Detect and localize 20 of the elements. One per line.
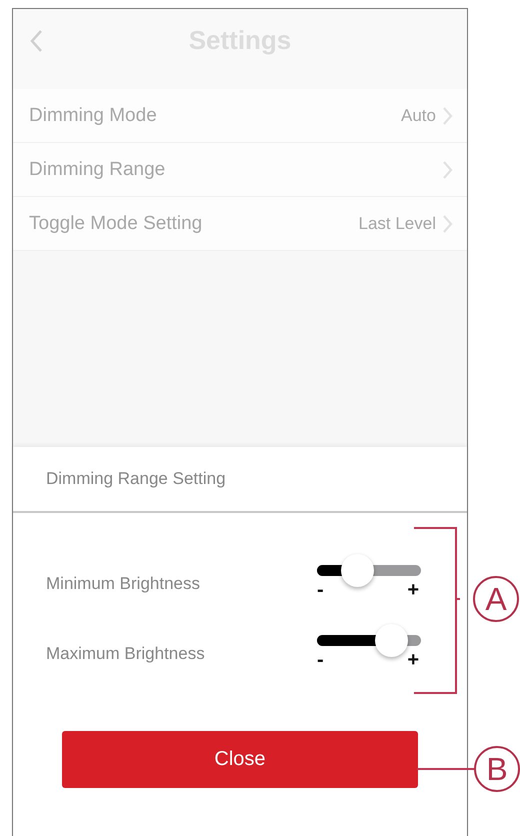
minus-label: - xyxy=(317,579,324,602)
callout-marker: A xyxy=(473,576,519,622)
slider-thumb[interactable] xyxy=(374,624,408,657)
callout-marker: B xyxy=(474,746,520,792)
settings-row[interactable]: Toggle Mode Setting Last Level xyxy=(13,197,467,251)
chevron-icon xyxy=(442,214,453,232)
leader-line xyxy=(417,767,475,771)
plus-label: + xyxy=(407,579,419,602)
chevron-icon xyxy=(442,160,453,178)
slider-label: Maximum Brightness xyxy=(46,644,205,664)
slider-label: Minimum Brightness xyxy=(46,574,200,594)
back-icon[interactable] xyxy=(29,29,43,53)
settings-row[interactable]: Dimming Range xyxy=(13,143,467,197)
chevron-icon xyxy=(442,106,453,124)
minus-label: - xyxy=(317,649,324,672)
slider-thumb[interactable] xyxy=(340,554,374,587)
settings-row[interactable]: Dimming Mode Auto xyxy=(13,89,467,143)
sheet-title: Dimming Range Setting xyxy=(13,447,467,513)
plus-label: + xyxy=(407,649,419,672)
close-button[interactable]: Close xyxy=(62,731,418,788)
